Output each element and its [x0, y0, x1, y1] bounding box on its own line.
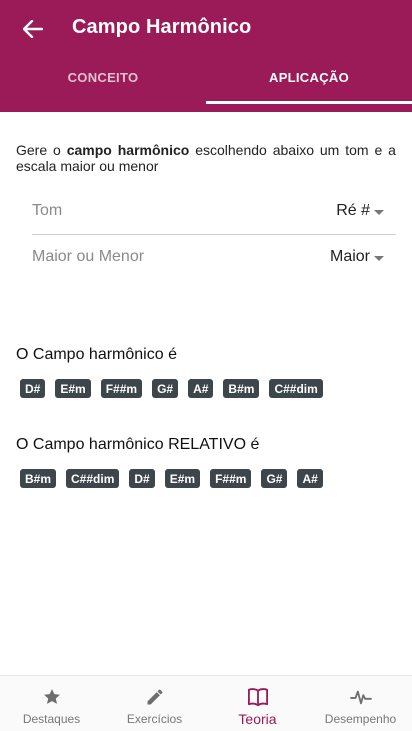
nav-desempenho-label: Desempenho [324, 712, 397, 726]
campo-title: O Campo harmônico é [16, 346, 177, 363]
nav-destaques[interactable]: Destaques [0, 676, 103, 731]
field-divider [32, 234, 396, 235]
intro-prefix: Gere o [16, 142, 67, 158]
pulse-icon [349, 685, 373, 709]
tab-conceito[interactable]: CONCEITO [0, 70, 206, 110]
chord-chip: B#m [223, 379, 260, 398]
chord-chip: E#m [164, 469, 201, 488]
nav-exercicios-label: Exercícios [126, 712, 183, 726]
relativo-chips: B#m C##dim D# E#m F##m G# A# [20, 469, 333, 488]
nav-destaques-label: Destaques [22, 712, 81, 726]
chord-chip: A# [297, 469, 323, 488]
tom-value: Ré # [336, 202, 370, 219]
app-bar: Campo Harmônico CONCEITO APLICAÇÃO [0, 0, 412, 112]
intro-text: Gere o campo harmônico escolhendo abaixo… [16, 142, 396, 174]
star-icon [40, 685, 64, 709]
escala-value: Maior [329, 248, 370, 265]
chord-chip: G# [261, 469, 288, 488]
intro-bold: campo harmônico [66, 142, 190, 158]
chord-chip: D# [129, 469, 155, 488]
bottom-navigation: Destaques Exercícios Teoria Desempenho [0, 675, 412, 731]
book-icon [246, 685, 270, 709]
tab-aplicacao-label: APLICAÇÃO [269, 70, 349, 85]
chord-chip: D# [20, 379, 46, 398]
chord-chip: A# [188, 379, 214, 398]
active-tab-indicator [206, 101, 412, 104]
back-arrow-icon[interactable] [18, 14, 48, 44]
chord-chip: E#m [55, 379, 91, 398]
app-screen: Campo Harmônico CONCEITO APLICAÇÃO Gere … [0, 0, 412, 731]
escala-dropdown-icon [374, 256, 384, 261]
tab-aplicacao[interactable]: APLICAÇÃO [206, 70, 412, 110]
chord-chip: B#m [20, 469, 57, 488]
campo-chips: D# E#m F##m G# A# B#m C##dim [20, 379, 333, 398]
pencil-icon [143, 685, 167, 709]
tab-conceito-label: CONCEITO [67, 70, 139, 85]
chord-chip: C##dim [66, 469, 120, 488]
chord-chip: G# [152, 379, 179, 398]
escala-label: Maior ou Menor [32, 248, 145, 265]
relativo-title: O Campo harmônico RELATIVO é [16, 436, 260, 453]
chord-chip: F##m [100, 379, 143, 398]
page-title: Campo Harmônico [72, 16, 252, 38]
chord-chip: C##dim [269, 379, 323, 398]
nav-desempenho[interactable]: Desempenho [309, 676, 412, 731]
nav-exercicios[interactable]: Exercícios [103, 676, 206, 731]
tom-select[interactable]: Tom Ré # [32, 197, 396, 227]
tom-dropdown-icon [374, 210, 384, 215]
nav-teoria[interactable]: Teoria [206, 676, 309, 731]
tom-label: Tom [32, 202, 63, 219]
nav-teoria-label: Teoria [238, 711, 277, 727]
chord-chip: F##m [210, 469, 252, 488]
escala-select[interactable]: Maior ou Menor Maior [32, 243, 396, 273]
